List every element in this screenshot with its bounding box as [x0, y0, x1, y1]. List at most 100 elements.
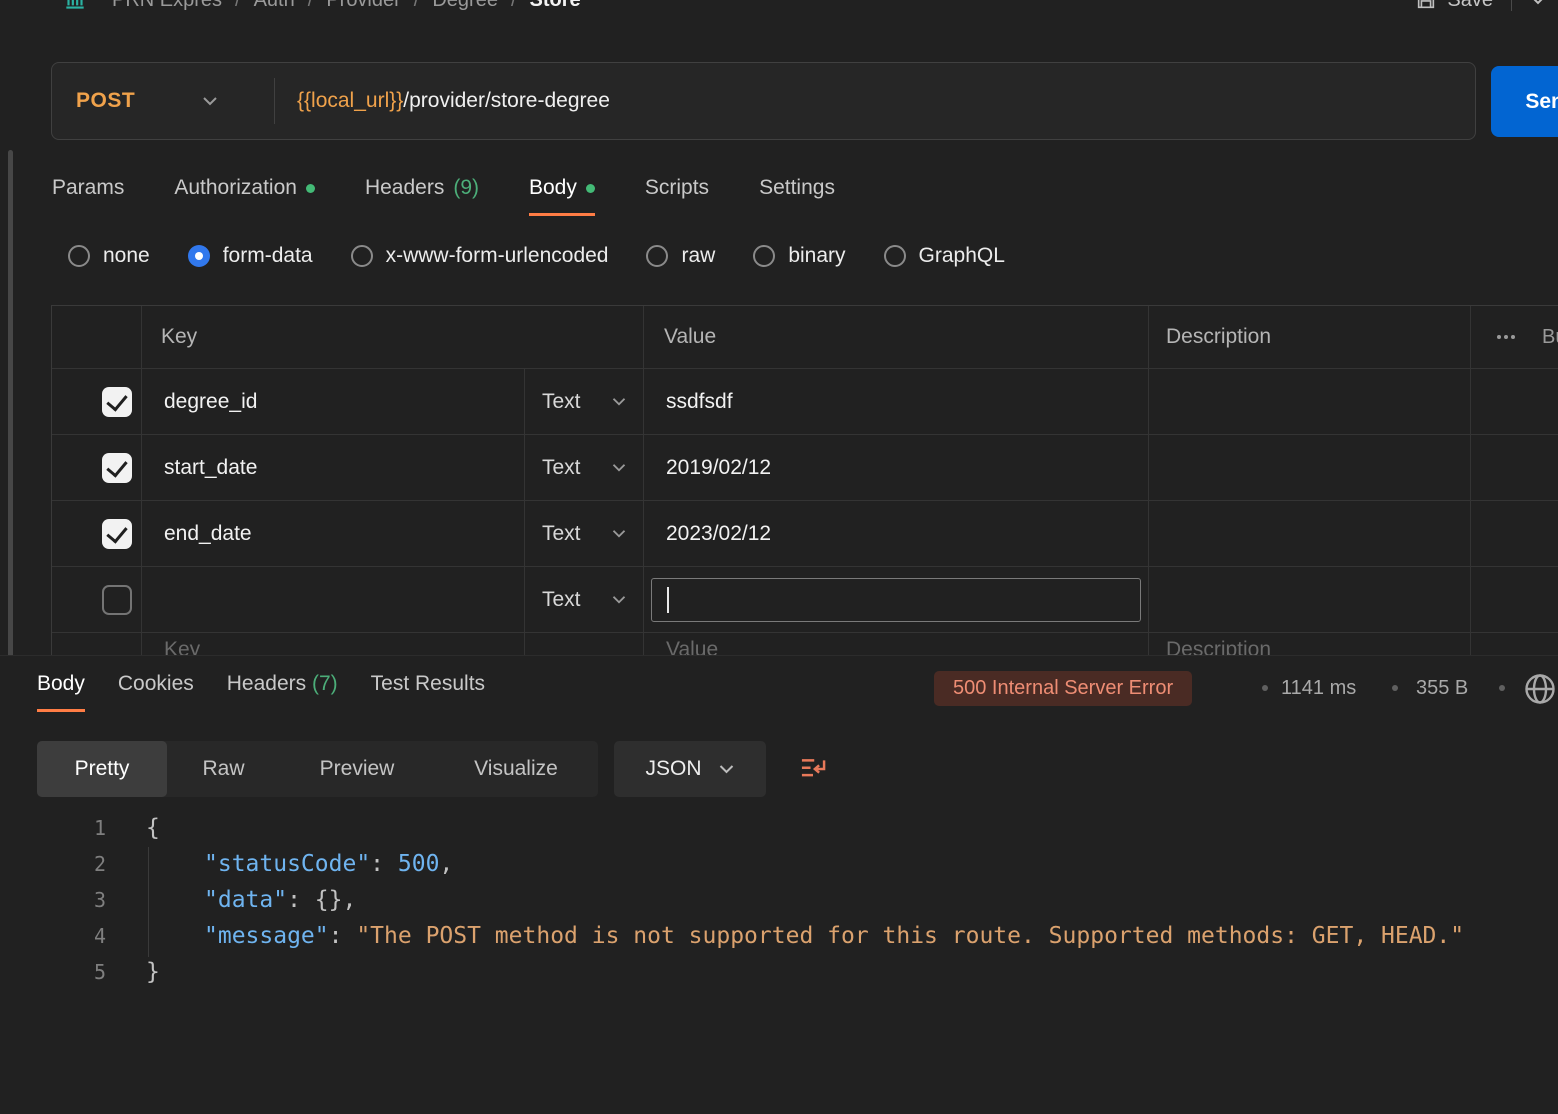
breadcrumb-current: Store [530, 0, 581, 12]
row-checkbox[interactable] [102, 585, 132, 615]
mode-x-www-form-urlencoded[interactable]: x-www-form-urlencoded [351, 244, 609, 268]
scrollbar-thumb[interactable] [8, 150, 13, 735]
format-dropdown[interactable]: JSON [614, 741, 766, 797]
save-button[interactable]: Save [1447, 0, 1493, 12]
response-tab-body[interactable]: Body [37, 672, 85, 712]
table-row: Text [52, 567, 1558, 633]
radio-selected-icon [188, 245, 210, 267]
line-number: 3 [0, 888, 106, 912]
wrap-text-button[interactable] [781, 741, 845, 797]
chevron-down-icon [611, 396, 627, 407]
mode-form-data[interactable]: form-data [188, 244, 313, 268]
response-tab-test-results[interactable]: Test Results [371, 672, 485, 712]
breadcrumb-item[interactable]: PRN Expres [112, 0, 222, 12]
response-view-switch: Pretty Raw Preview Visualize [37, 741, 598, 797]
network-info-icon[interactable] [1522, 671, 1558, 707]
save-more-chevron-icon[interactable] [1530, 0, 1546, 6]
description-cell[interactable] [1149, 435, 1471, 500]
key-cell[interactable]: end_date [142, 501, 525, 566]
mode-none[interactable]: none [68, 244, 150, 268]
line-number: 4 [0, 924, 106, 948]
tab-headers[interactable]: Headers (9) [365, 176, 479, 216]
line-number: 5 [0, 960, 106, 984]
key-cell[interactable]: start_date [142, 435, 525, 500]
chevron-down-icon [611, 528, 627, 539]
code-line: 5 } [0, 954, 1558, 990]
code-line: 1 { [0, 810, 1558, 846]
view-preview[interactable]: Preview [280, 741, 434, 797]
code-line: 4 "message": "The POST method is not sup… [0, 918, 1558, 954]
mode-raw[interactable]: raw [646, 244, 715, 268]
response-size: 355 B [1416, 677, 1468, 700]
description-cell[interactable] [1149, 567, 1471, 632]
chevron-down-icon [611, 462, 627, 473]
row-checkbox[interactable] [102, 519, 132, 549]
breadcrumb-item[interactable]: Provider [326, 0, 400, 12]
mode-graphql[interactable]: GraphQL [884, 244, 1005, 268]
tab-settings[interactable]: Settings [759, 176, 835, 216]
type-select[interactable]: Text [525, 435, 644, 500]
value-cell-focused [644, 567, 1149, 632]
view-raw[interactable]: Raw [167, 741, 280, 797]
radio-icon [753, 245, 775, 267]
response-panel: Body Cookies Headers (7) Test Results 50… [0, 655, 1558, 1114]
value-input[interactable] [651, 578, 1141, 622]
separator-dot [1499, 685, 1505, 691]
divider [1511, 0, 1512, 11]
save-icon [1415, 0, 1437, 11]
send-button[interactable]: Send [1491, 66, 1558, 137]
table-row: start_date Text 2019/02/12 [52, 435, 1558, 501]
view-visualize[interactable]: Visualize [434, 741, 598, 797]
method-selector[interactable]: POST [52, 89, 274, 113]
view-pretty[interactable]: Pretty [37, 741, 167, 797]
description-cell[interactable] [1149, 369, 1471, 434]
separator-dot [1262, 685, 1268, 691]
chevron-down-icon [201, 95, 219, 107]
text-caret [667, 587, 669, 613]
value-cell[interactable]: 2019/02/12 [644, 435, 1149, 500]
tab-authorization[interactable]: Authorization [174, 176, 315, 216]
radio-icon [351, 245, 373, 267]
tab-scripts[interactable]: Scripts [645, 176, 709, 216]
form-data-table: Key Value Description Bulk Edit degree_i… [51, 305, 1558, 655]
type-select[interactable]: Text [525, 501, 644, 566]
key-cell[interactable]: degree_id [142, 369, 525, 434]
radio-icon [68, 245, 90, 267]
type-select[interactable]: Text [525, 567, 644, 632]
code-line: 2 "statusCode": 500, [0, 846, 1558, 882]
response-time: 1141 ms [1281, 677, 1356, 700]
chevron-down-icon [718, 763, 735, 775]
url-path: /provider/store-degree [403, 89, 610, 112]
url-bar: POST {{local_url}}/provider/store-degree [51, 62, 1476, 140]
auth-status-dot [306, 184, 315, 193]
url-input[interactable]: {{local_url}}/provider/store-degree [297, 89, 610, 113]
response-tab-cookies[interactable]: Cookies [118, 672, 194, 712]
more-options-icon[interactable] [1494, 325, 1518, 349]
response-tab-headers[interactable]: Headers (7) [227, 672, 338, 712]
breadcrumb-item[interactable]: Degree [432, 0, 498, 12]
bulk-edit-link[interactable]: Bulk Edit [1542, 326, 1558, 349]
table-row-clipped: Key Value Description [52, 633, 1558, 655]
column-header-key: Key [142, 306, 644, 368]
row-checkbox[interactable] [102, 453, 132, 483]
code-line: 3 "data": {}, [0, 882, 1558, 918]
key-cell[interactable] [142, 567, 525, 632]
description-cell[interactable] [1149, 501, 1471, 566]
row-checkbox[interactable] [102, 387, 132, 417]
url-variable: {{local_url}} [297, 89, 403, 112]
line-number: 2 [0, 852, 106, 876]
breadcrumb-item[interactable]: Auth [254, 0, 295, 12]
type-select[interactable]: Text [525, 369, 644, 434]
radio-icon [646, 245, 668, 267]
separator-dot [1392, 685, 1398, 691]
mode-binary[interactable]: binary [753, 244, 845, 268]
tab-params[interactable]: Params [52, 176, 124, 216]
column-header-value: Value [644, 306, 1149, 368]
value-cell[interactable]: ssdfsdf [644, 369, 1149, 434]
line-number: 1 [0, 816, 106, 840]
status-badge: 500 Internal Server Error [934, 671, 1192, 706]
method-label: POST [76, 89, 135, 113]
response-tabs: Body Cookies Headers (7) Test Results [37, 672, 485, 712]
value-cell[interactable]: 2023/02/12 [644, 501, 1149, 566]
tab-body[interactable]: Body [529, 176, 595, 216]
